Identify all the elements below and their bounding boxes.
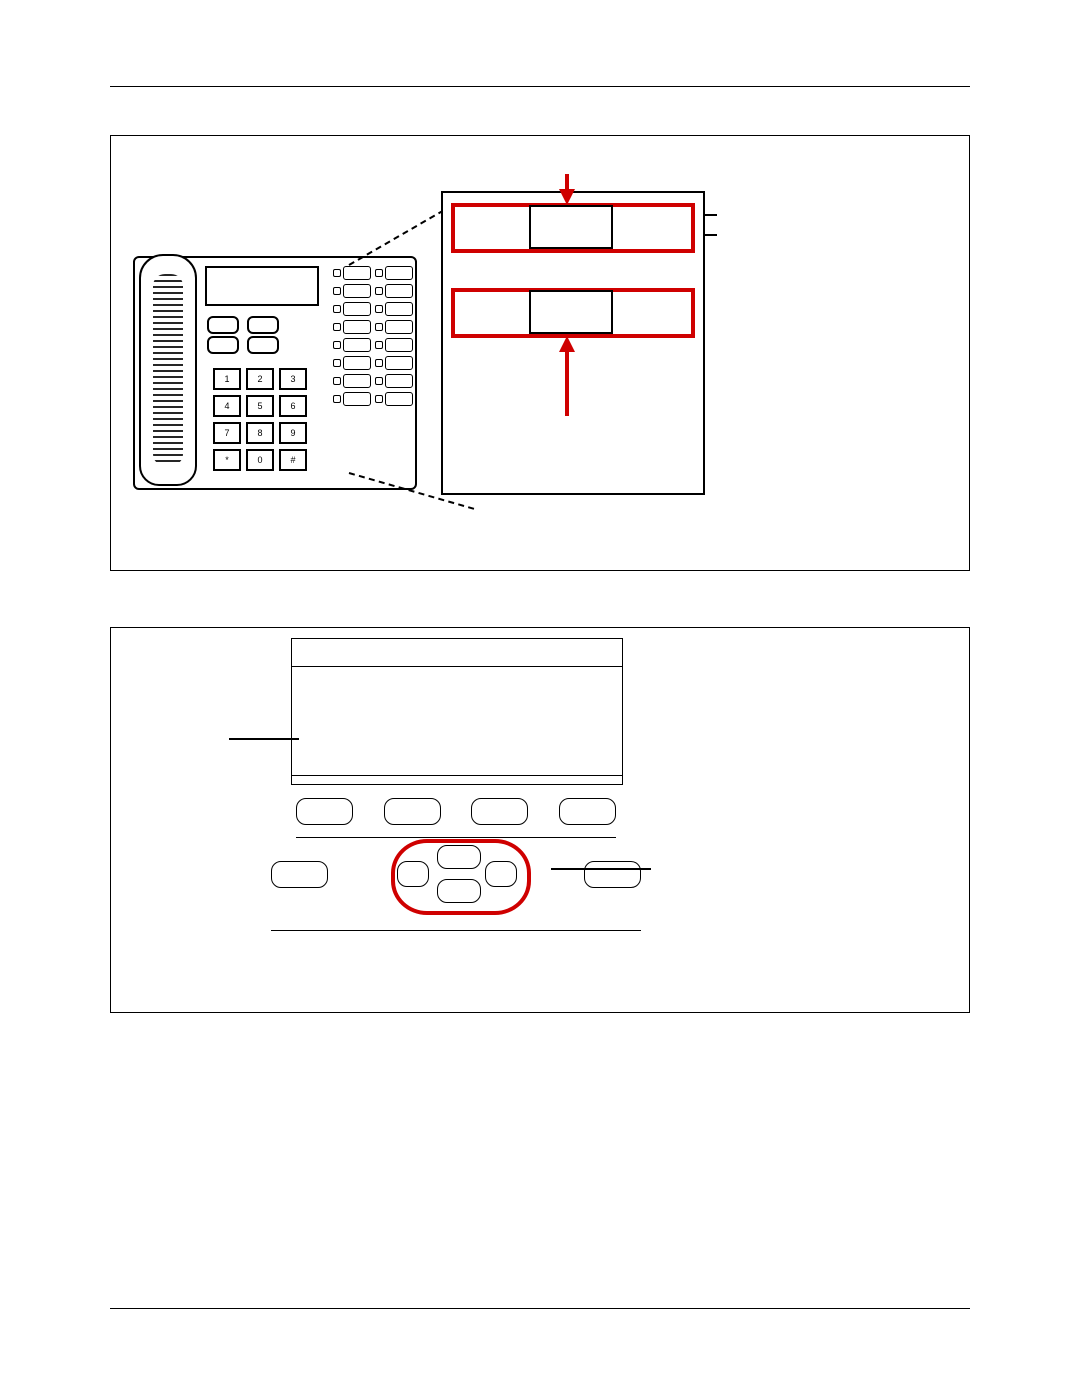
callout-line: [229, 738, 299, 740]
red-arrow-stem: [565, 351, 569, 416]
softkey-button-icon: [559, 798, 616, 825]
display-dn-line: [292, 666, 622, 694]
display-nav-icons: [292, 748, 622, 775]
softkey-feature: [292, 776, 375, 782]
speaker-row-icon: [207, 316, 315, 334]
ip-phone-display: [291, 638, 623, 785]
nav-right-button-icon: [485, 861, 517, 887]
phone-7316e-icon: 123 456 789 *0#: [133, 256, 417, 490]
nav-down-button-icon: [437, 879, 481, 903]
feature-keys-icon: [333, 266, 409, 406]
softkey-button-icon: [384, 798, 441, 825]
softkey-cmd2: [457, 776, 540, 782]
softkey-cmd1: [375, 776, 458, 782]
red-arrow-down-icon: [559, 189, 575, 205]
figure9-caption: [110, 601, 970, 619]
overlay-display-window: [529, 290, 613, 334]
display-company-line: [292, 694, 622, 721]
running-header: [110, 60, 970, 87]
footer-docnum: [110, 1308, 970, 1317]
aux-button-left-icon: [271, 861, 328, 888]
softkey-cmd3: [540, 776, 623, 782]
softkey-buttons: [296, 798, 616, 838]
speaker-row-icon: [207, 336, 315, 354]
figure8-caption: [110, 109, 970, 127]
overlay-display-window: [529, 205, 613, 249]
handset-icon: [139, 254, 197, 486]
display-softkey-row: [292, 775, 622, 782]
red-arrow-up-icon: [559, 336, 575, 352]
nav-left-button-icon: [397, 861, 429, 887]
figure9: [110, 627, 970, 1013]
nav-up-button-icon: [437, 845, 481, 869]
softkey-button-icon: [296, 798, 353, 825]
phone-display-icon: [205, 266, 319, 306]
nav-button-cluster: [271, 843, 641, 931]
direction-pad-icon: [371, 843, 541, 905]
callout-line: [551, 868, 651, 870]
keypad-icon: 123 456 789 *0#: [213, 368, 309, 471]
aux-button-right-icon: [584, 861, 641, 888]
softkey-button-icon: [471, 798, 528, 825]
figure8: 123 456 789 *0#: [110, 135, 970, 571]
display-prompt-line: [292, 721, 622, 748]
